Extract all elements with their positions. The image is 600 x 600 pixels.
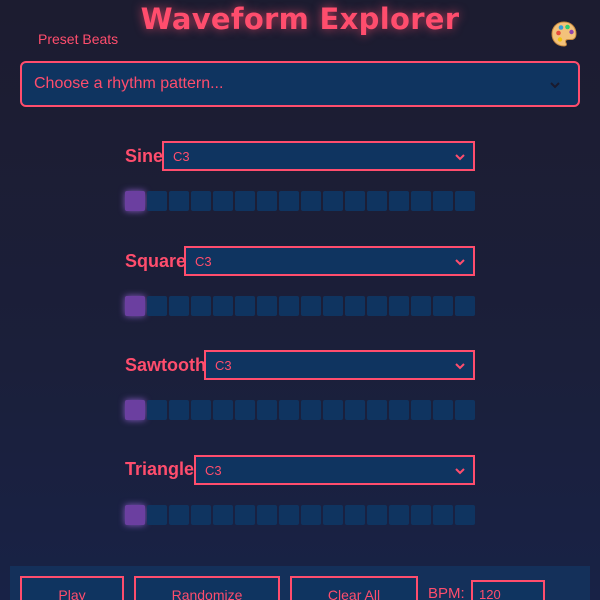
- step-grid-square: [125, 296, 475, 316]
- step-cell[interactable]: [147, 296, 167, 316]
- step-cell[interactable]: [235, 191, 255, 211]
- randomize-button[interactable]: Randomize: [134, 576, 280, 600]
- step-cell[interactable]: [433, 191, 453, 211]
- step-cell[interactable]: [389, 191, 409, 211]
- preset-pattern-select[interactable]: Choose a rhythm pattern...: [20, 61, 580, 107]
- step-cell[interactable]: [169, 191, 189, 211]
- step-cell[interactable]: [433, 400, 453, 420]
- step-cell[interactable]: [213, 505, 233, 525]
- step-cell[interactable]: [367, 400, 387, 420]
- wave-label-triangle: Triangle: [125, 459, 195, 479]
- step-cell[interactable]: [191, 505, 211, 525]
- step-cell[interactable]: [125, 505, 145, 525]
- step-cell[interactable]: [455, 296, 475, 316]
- step-cell[interactable]: [367, 296, 387, 316]
- step-cell[interactable]: [433, 505, 453, 525]
- chevron-down-icon: [453, 152, 467, 162]
- step-cell[interactable]: [389, 400, 409, 420]
- step-cell[interactable]: [345, 191, 365, 211]
- step-cell[interactable]: [191, 296, 211, 316]
- step-cell[interactable]: [169, 505, 189, 525]
- step-cell[interactable]: [411, 191, 431, 211]
- chevron-down-icon: [548, 80, 562, 90]
- step-cell[interactable]: [323, 296, 343, 316]
- step-cell[interactable]: [345, 400, 365, 420]
- step-cell[interactable]: [125, 400, 145, 420]
- step-cell[interactable]: [147, 505, 167, 525]
- step-cell[interactable]: [257, 191, 277, 211]
- step-cell[interactable]: [323, 191, 343, 211]
- step-cell[interactable]: [257, 296, 277, 316]
- step-cell[interactable]: [301, 400, 321, 420]
- step-cell[interactable]: [389, 296, 409, 316]
- step-cell[interactable]: [411, 400, 431, 420]
- chevron-down-icon: [453, 466, 467, 476]
- step-grid-sawtooth: [125, 400, 475, 420]
- step-grid-sine: [125, 191, 475, 211]
- bpm-label: BPM:: [428, 585, 465, 600]
- step-cell[interactable]: [147, 191, 167, 211]
- note-select-value: C3: [173, 148, 190, 164]
- step-cell[interactable]: [301, 191, 321, 211]
- step-cell[interactable]: [235, 505, 255, 525]
- step-cell[interactable]: [455, 505, 475, 525]
- preset-pattern-placeholder: Choose a rhythm pattern...: [34, 75, 224, 92]
- step-cell[interactable]: [411, 505, 431, 525]
- step-cell[interactable]: [301, 296, 321, 316]
- step-cell[interactable]: [389, 505, 409, 525]
- step-cell[interactable]: [411, 296, 431, 316]
- step-cell[interactable]: [279, 505, 299, 525]
- note-select-sawtooth[interactable]: C3: [204, 350, 475, 380]
- step-cell[interactable]: [147, 400, 167, 420]
- step-cell[interactable]: [367, 191, 387, 211]
- step-cell[interactable]: [345, 296, 365, 316]
- chevron-down-icon: [453, 361, 467, 371]
- step-cell[interactable]: [345, 505, 365, 525]
- bpm-input[interactable]: 120: [471, 580, 545, 600]
- step-cell[interactable]: [235, 400, 255, 420]
- step-cell[interactable]: [279, 296, 299, 316]
- step-cell[interactable]: [323, 400, 343, 420]
- note-select-square[interactable]: C3: [184, 246, 475, 276]
- step-cell[interactable]: [301, 505, 321, 525]
- step-cell[interactable]: [191, 400, 211, 420]
- note-select-value: C3: [195, 253, 212, 269]
- wave-label-sawtooth: Sawtooth: [125, 355, 206, 375]
- preset-beats-label: Preset Beats: [38, 31, 119, 47]
- step-cell[interactable]: [257, 400, 277, 420]
- step-cell[interactable]: [235, 296, 255, 316]
- step-cell[interactable]: [455, 400, 475, 420]
- step-cell[interactable]: [367, 505, 387, 525]
- step-cell[interactable]: [169, 400, 189, 420]
- step-cell[interactable]: [169, 296, 189, 316]
- wave-label-sine: Sine: [125, 146, 164, 166]
- wave-label-square: Square: [125, 251, 187, 271]
- step-cell[interactable]: [323, 505, 343, 525]
- note-select-value: C3: [205, 462, 222, 478]
- note-select-value: C3: [215, 357, 232, 373]
- step-cell[interactable]: [125, 191, 145, 211]
- step-cell[interactable]: [213, 191, 233, 211]
- clear-all-button[interactable]: Clear All: [290, 576, 418, 600]
- step-grid-triangle: [125, 505, 475, 525]
- palette-icon[interactable]: [549, 19, 579, 49]
- step-cell[interactable]: [433, 296, 453, 316]
- note-select-sine[interactable]: C3: [162, 141, 475, 171]
- step-cell[interactable]: [125, 296, 145, 316]
- step-cell[interactable]: [257, 505, 277, 525]
- step-cell[interactable]: [213, 400, 233, 420]
- step-cell[interactable]: [213, 296, 233, 316]
- step-cell[interactable]: [279, 191, 299, 211]
- note-select-triangle[interactable]: C3: [194, 455, 475, 485]
- chevron-down-icon: [453, 257, 467, 267]
- step-cell[interactable]: [191, 191, 211, 211]
- step-cell[interactable]: [279, 400, 299, 420]
- step-cell[interactable]: [455, 191, 475, 211]
- play-button[interactable]: Play: [20, 576, 124, 600]
